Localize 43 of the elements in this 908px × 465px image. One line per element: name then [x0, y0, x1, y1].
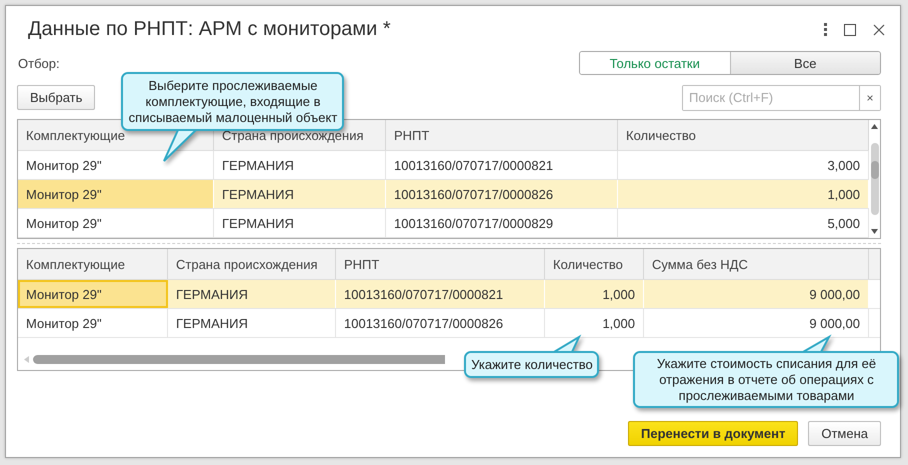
- table-cell: 10013160/070717/0000821: [386, 151, 618, 179]
- table-cell: 5,000: [618, 209, 869, 237]
- table-cell: Монитор 29": [18, 280, 168, 308]
- scrollbar-thumb[interactable]: [870, 143, 878, 215]
- select-button[interactable]: Выбрать: [17, 85, 96, 110]
- column-header[interactable]: РНПТ: [336, 249, 545, 279]
- table-cell: ГЕРМАНИЯ: [214, 151, 386, 179]
- maximize-icon[interactable]: [844, 24, 856, 36]
- hint-tooltip: Укажите стоимость списания для её отражения в отчете об операциях с прослеживаемыми товарами: [633, 337, 900, 409]
- table-cell: 1,000: [545, 280, 644, 308]
- cancel-button[interactable]: Отмена: [808, 421, 881, 446]
- column-header[interactable]: РНПТ: [386, 120, 618, 150]
- table-cell: ГЕРМАНИЯ: [214, 209, 386, 237]
- table-cell: 10013160/070717/0000826: [336, 309, 545, 337]
- column-header[interactable]: Количество: [618, 120, 869, 150]
- filter-label: Отбор:: [18, 56, 60, 70]
- scrollbar-thumb[interactable]: [33, 354, 445, 364]
- hint-tooltip: Укажите количество: [464, 337, 600, 379]
- column-header[interactable]: Сумма без НДС: [644, 249, 869, 279]
- filter-option[interactable]: Все: [730, 52, 880, 74]
- table-cell: Монитор 29": [18, 180, 214, 208]
- column-header[interactable]: Страна происхождения: [168, 249, 336, 279]
- close-icon[interactable]: [873, 24, 885, 36]
- clear-button[interactable]: ×: [859, 86, 880, 110]
- window-title: Данные по РНПТ: АРМ с мониторами *: [28, 18, 392, 41]
- scroll-up-icon[interactable]: [871, 124, 878, 129]
- table-cell: 10013160/070717/0000829: [386, 209, 618, 237]
- table-cell: 10013160/070717/0000826: [386, 180, 618, 208]
- table-cell: 9 000,00: [644, 280, 869, 308]
- table-cell: ГЕРМАНИЯ: [168, 280, 336, 308]
- table-cell: Монитор 29": [18, 209, 214, 237]
- table-cell: ГЕРМАНИЯ: [214, 180, 386, 208]
- table-cell: 1,000: [618, 180, 869, 208]
- search-field[interactable]: Поиск (Ctrl+F) ×: [682, 84, 881, 110]
- table-cell: ГЕРМАНИЯ: [168, 309, 336, 337]
- transfer-button[interactable]: Перенести в документ: [628, 421, 798, 446]
- more-icon[interactable]: [824, 23, 827, 36]
- table-cell: 3,000: [618, 151, 869, 179]
- column-header[interactable]: Количество: [545, 249, 644, 279]
- table-cell: Монитор 29": [18, 309, 168, 337]
- scroll-down-icon[interactable]: [871, 229, 878, 234]
- table-cell: 10013160/070717/0000821: [336, 280, 545, 308]
- column-header[interactable]: Комплектующие: [18, 249, 168, 279]
